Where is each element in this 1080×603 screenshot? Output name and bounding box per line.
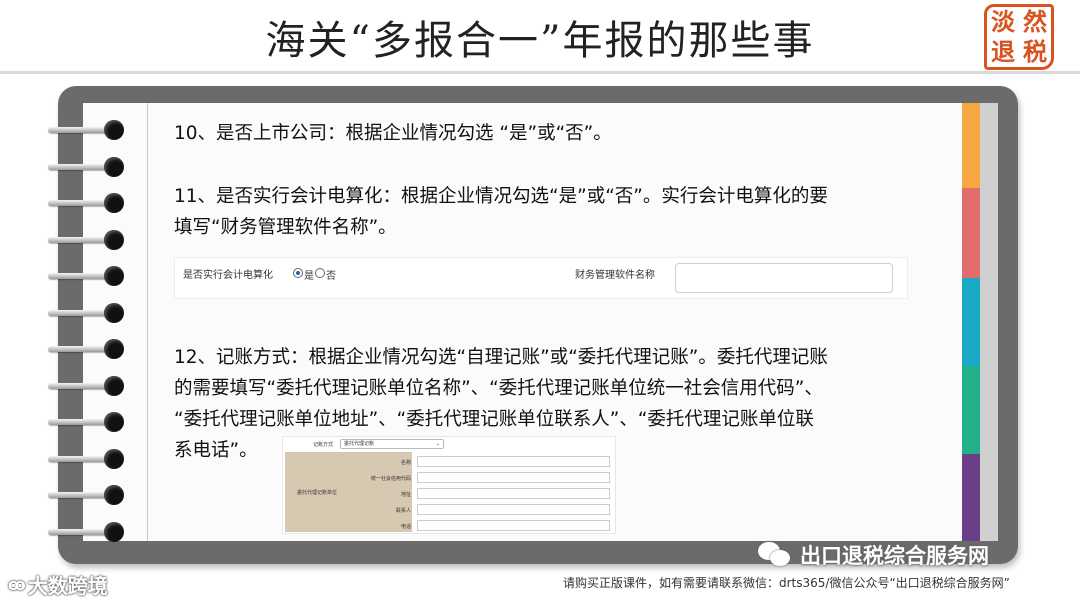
slide: 海关“多报合一”年报的那些事 淡 然 退 税 10、是否上市公司：根据企业情况勾… [0,0,1080,603]
logo-char-1: 淡 [991,7,1015,36]
agent-name-input[interactable] [417,456,610,467]
page-margin-line [147,103,148,541]
color-tab-orange [962,103,980,188]
method-select[interactable]: 委托代理记账 ⌄ [340,439,444,449]
title-divider [0,71,1080,74]
color-tab-cyan [962,278,980,366]
row-label-phone: 电话 [400,524,411,530]
brand-mark-icon: ꙭ [8,575,26,594]
software-name-input[interactable] [675,263,893,293]
binding-ring [48,266,124,286]
method-label: 记账方式 [313,442,334,448]
item-12-line-4: 系电话”。 [174,440,258,461]
agent-phone-input[interactable] [417,520,610,531]
binding-ring [48,485,124,505]
footer-notice: 请购买正版课件，如有需要请联系微信：drts365/微信公众号“出口退税综合服务… [563,576,1010,590]
binding-ring [48,339,124,359]
item-12-line-3: “委托代理记账单位地址”、“委托代理记账单位联系人”、“委托代理记账单位联 [174,409,814,430]
wechat-icon [758,542,792,568]
agent-credit-code-input[interactable] [417,472,610,483]
binding-ring [48,448,124,469]
item-10-text: 10、是否上市公司：根据企业情况勾选 “是”或“否”。 [174,123,612,144]
logo-char-2: 然 [1023,7,1047,36]
slide-title: 海关“多报合一”年报的那些事 [265,18,815,64]
binding-ring [48,229,124,250]
row-label-credit-code: 统一社会信用代码 [370,476,411,482]
computerized-accounting-form: 是否实行会计电算化 是 否 财务管理软件名称 [174,257,908,299]
row-label-contact: 联系人 [395,508,411,514]
row-label-address: 地址 [400,492,411,498]
item-11-line-1: 11、是否实行会计电算化：根据企业情况勾选“是”或“否”。实行会计电算化的要 [174,186,828,207]
chevron-down-icon: ⌄ [435,441,440,447]
page-edge-strip [980,103,998,541]
logo-char-4: 税 [1023,37,1047,66]
color-tab-green [962,366,980,454]
watermark-right-text: 出口退税综合服务网 [800,544,989,568]
item-12-line-2: 的需要填写“委托代理记账单位名称”、“委托代理记账单位统一社会信用代码”、 [174,378,823,399]
color-tab-red [962,188,980,278]
radio-no-label: 否 [326,271,336,282]
binding-ring [48,193,124,213]
binding-ring [48,375,124,396]
watermark-left: ꙭ 大数跨境 [8,570,108,599]
brand-seal-logo: 淡 然 退 税 [984,4,1054,70]
binding-ring [48,120,124,140]
bookkeeping-method-form: 记账方式 委托代理记账 ⌄ 委托代理记账单位 名称 统一社会信用代码 地址 联系… [282,436,616,534]
watermark-right: 出口退税综合服务网 [758,540,989,570]
watermark-left-text: 大数跨境 [27,574,108,598]
binding-ring [48,302,124,323]
binding-ring [48,412,124,432]
binding-ring [48,521,124,542]
method-select-value: 委托代理记账 [344,441,375,447]
radio-yes-label: 是 [304,271,314,282]
computerized-label: 是否实行会计电算化 [183,270,273,281]
item-11-line-2: 填写“财务管理软件名称”。 [174,217,397,238]
radio-yes[interactable] [293,268,303,278]
agent-address-input[interactable] [417,488,610,499]
agent-contact-input[interactable] [417,504,610,515]
logo-char-3: 退 [991,37,1015,66]
color-tab-purple [962,454,980,541]
software-name-label: 财务管理软件名称 [575,270,655,281]
radio-no[interactable] [315,268,325,278]
binding-ring [48,156,124,177]
item-12-line-1: 12、记账方式：根据企业情况勾选“自理记账”或“委托代理记账”。委托代理记账 [174,347,828,368]
row-label-name: 名称 [400,460,411,466]
